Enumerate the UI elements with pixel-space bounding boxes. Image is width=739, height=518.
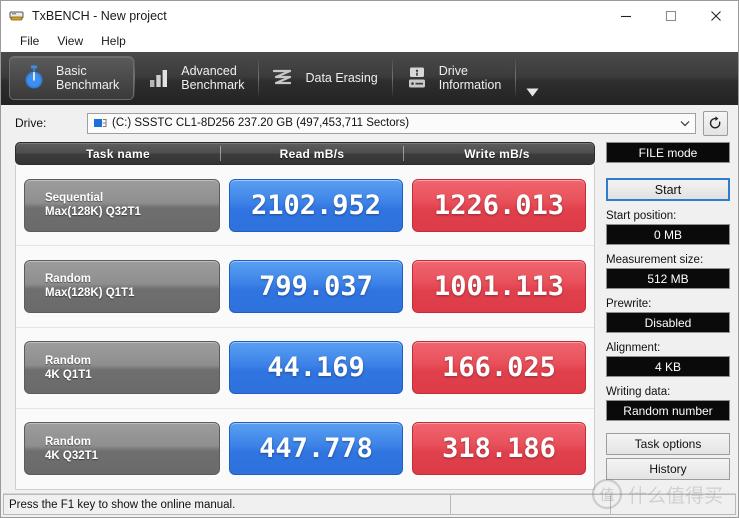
read-value-chip: 447.778 — [229, 422, 403, 476]
writing-data-value[interactable]: Random number — [606, 400, 730, 421]
file-mode-button[interactable]: FILE mode — [606, 142, 730, 163]
read-value-chip: 44.169 — [229, 341, 403, 395]
menu-item-view[interactable]: View — [48, 32, 92, 51]
window-controls — [603, 1, 738, 30]
history-button[interactable]: History — [606, 458, 730, 480]
results-rows: Sequential Max(128K) Q32T1 2102.952 1226… — [15, 165, 595, 490]
task-name-chip[interactable]: Random Max(128K) Q1T1 — [24, 259, 220, 313]
tab-basic-benchmark-label: Basic Benchmark — [56, 64, 120, 92]
column-header-read: Read mB/s — [279, 146, 345, 161]
column-header-task-name: Task name — [86, 146, 150, 161]
results-header: Task name Read mB/s Write mB/s — [15, 142, 595, 165]
drive-selector-row: Drive: (C:) SSSTC CL1-8D256 237.20 GB (4… — [1, 108, 738, 138]
tab-drive-information[interactable]: Drive Information — [393, 56, 516, 100]
table-row[interactable]: Random 4K Q1T1 44.169 166.025 — [16, 328, 594, 409]
window-title: TxBENCH - New project — [32, 8, 167, 23]
table-row[interactable]: Random Max(128K) Q1T1 799.037 1001.113 — [16, 246, 594, 328]
read-value-chip: 2102.952 — [229, 178, 403, 232]
tab-basic-benchmark[interactable]: Basic Benchmark — [9, 56, 135, 100]
write-value: 1226.013 — [433, 189, 565, 221]
task-name-label: Random Max(128K) Q1T1 — [45, 273, 135, 300]
maximize-button[interactable] — [648, 1, 693, 30]
write-value-chip: 1226.013 — [412, 178, 586, 232]
task-name-label: Random 4K Q32T1 — [45, 435, 99, 462]
task-name-chip[interactable]: Sequential Max(128K) Q32T1 — [24, 178, 220, 232]
tab-divider-4 — [515, 59, 517, 97]
read-value-chip: 799.037 — [229, 259, 403, 313]
stopwatch-icon — [21, 64, 47, 92]
app-icon — [9, 8, 25, 24]
refresh-drives-button[interactable] — [703, 110, 728, 136]
measurement-size-label: Measurement size: — [606, 254, 704, 266]
tab-advanced-benchmark[interactable]: Advanced Benchmark — [135, 56, 258, 100]
main-body: Task name Read mB/s Write mB/s Sequentia… — [1, 138, 738, 490]
control-panel: FILE mode Start Start position: 0 MB Mea… — [595, 142, 730, 490]
task-name-chip[interactable]: Random 4K Q32T1 — [24, 422, 220, 476]
title-bar: TxBENCH - New project — [1, 1, 738, 30]
tab-data-erasing[interactable]: Data Erasing — [259, 56, 391, 100]
task-name-chip[interactable]: Random 4K Q1T1 — [24, 341, 220, 395]
eraser-wave-icon — [270, 64, 296, 92]
write-value-chip: 166.025 — [412, 341, 586, 395]
start-position-label: Start position: — [606, 210, 677, 222]
disk-icon — [94, 118, 107, 129]
drive-select[interactable]: (C:) SSSTC CL1-8D256 237.20 GB (497,453,… — [87, 112, 696, 134]
refresh-icon — [709, 115, 721, 128]
drive-label: Drive: — [15, 116, 47, 130]
menu-item-help[interactable]: Help — [92, 32, 135, 51]
bar-chart-icon — [146, 64, 172, 92]
maximize-icon — [665, 10, 676, 21]
txbench-window: TxBENCH - New project File View Help Bas… — [0, 0, 739, 518]
prewrite-label: Prewrite: — [606, 298, 652, 310]
read-value: 44.169 — [267, 352, 365, 384]
drive-selected-text: (C:) SSSTC CL1-8D256 237.20 GB (497,453,… — [112, 117, 410, 129]
close-button[interactable] — [693, 1, 738, 30]
measurement-size-value[interactable]: 512 MB — [606, 268, 730, 289]
menu-bar: File View Help — [1, 30, 738, 52]
drive-dropdown-arrow[interactable] — [677, 120, 693, 127]
menu-item-file[interactable]: File — [11, 32, 48, 51]
write-value: 318.186 — [442, 433, 556, 465]
hard-drive-info-icon — [404, 64, 430, 92]
column-header-write: Write mB/s — [464, 146, 530, 161]
write-value: 1001.113 — [433, 270, 565, 302]
write-value-chip: 318.186 — [412, 422, 586, 476]
toolbar-overflow-button[interactable] — [518, 52, 547, 105]
table-row[interactable]: Random 4K Q32T1 447.778 318.186 — [16, 409, 594, 489]
tab-data-erasing-label: Data Erasing — [305, 71, 378, 85]
write-value-chip: 1001.113 — [412, 259, 586, 313]
table-row[interactable]: Sequential Max(128K) Q32T1 2102.952 1226… — [16, 165, 594, 247]
write-value: 166.025 — [442, 352, 556, 384]
prewrite-value[interactable]: Disabled — [606, 312, 730, 333]
read-value: 799.037 — [259, 270, 373, 302]
writing-data-label: Writing data: — [606, 386, 671, 398]
alignment-value[interactable]: 4 KB — [606, 356, 730, 377]
read-value: 2102.952 — [250, 189, 382, 221]
alignment-label: Alignment: — [606, 342, 661, 354]
tab-advanced-benchmark-label: Advanced Benchmark — [181, 64, 245, 92]
toolbar-tabs: Basic Benchmark Advanced Benchmark Data … — [1, 52, 738, 105]
benchmark-results: Task name Read mB/s Write mB/s Sequentia… — [15, 142, 595, 490]
start-button[interactable]: Start — [606, 178, 730, 201]
chevron-down-icon — [680, 120, 690, 126]
task-name-label: Random 4K Q1T1 — [45, 354, 92, 381]
read-value: 447.778 — [259, 433, 373, 465]
task-options-button[interactable]: Task options — [606, 433, 730, 455]
task-name-label: Sequential Max(128K) Q32T1 — [45, 192, 141, 219]
chevron-down-icon — [526, 88, 539, 97]
start-position-value[interactable]: 0 MB — [606, 224, 730, 245]
status-message: Press the F1 key to show the online manu… — [3, 494, 451, 515]
minimize-icon — [620, 15, 631, 17]
status-pane-2 — [451, 494, 611, 515]
status-pane-3 — [611, 494, 736, 515]
minimize-button[interactable] — [603, 1, 648, 30]
close-icon — [710, 10, 721, 21]
status-bar: Press the F1 key to show the online manu… — [3, 493, 736, 515]
tab-drive-information-label: Drive Information — [438, 64, 502, 92]
